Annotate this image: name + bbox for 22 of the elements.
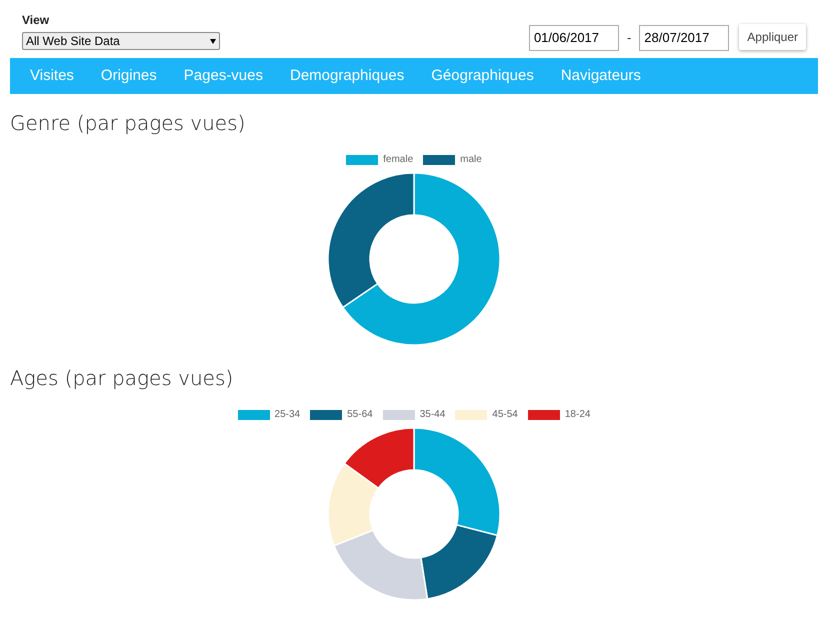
nav-tab[interactable]: Visites	[20, 64, 84, 88]
legend-label: 25-34	[274, 408, 300, 422]
nav-tab[interactable]: Navigateurs	[550, 64, 651, 88]
nav-tab[interactable]: Géographiques	[421, 64, 544, 88]
apply-button[interactable]: Appliquer	[739, 24, 806, 50]
date-separator: -	[626, 29, 632, 48]
nav-tab[interactable]: Origines	[90, 64, 167, 88]
legend-label: male	[460, 153, 482, 167]
legend-label: 55-64	[347, 408, 373, 422]
caret-icon	[210, 38, 216, 44]
view-label: View	[22, 12, 50, 29]
view-select[interactable]: All Web Site Data	[22, 32, 220, 50]
section-title: Genre (par pages vues)	[10, 110, 246, 137]
legend-label: 45-54	[492, 408, 518, 422]
legend-label: 35-44	[420, 408, 446, 422]
legend-label: 18-24	[564, 408, 590, 422]
section-title: Ages (par pages vues)	[10, 365, 234, 392]
start-date-field[interactable]: 01/06/2017	[528, 25, 619, 51]
legend-label: female	[383, 153, 414, 167]
end-date-field[interactable]: 28/07/2017	[639, 25, 730, 51]
nav-tab[interactable]: Demographiques	[280, 64, 414, 88]
nav-tab[interactable]: Pages-vues	[174, 64, 273, 88]
